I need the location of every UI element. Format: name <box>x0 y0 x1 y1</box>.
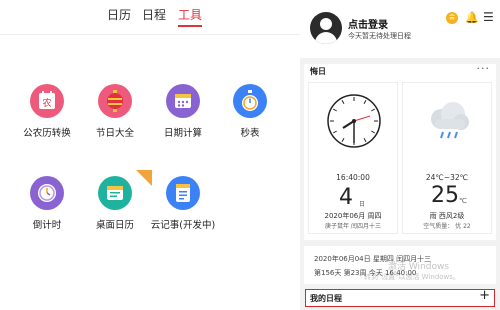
analog-clock <box>327 94 381 148</box>
temp-range: 24℃~32℃ <box>425 173 469 182</box>
avatar[interactable] <box>310 12 342 44</box>
avatar-body <box>315 32 337 44</box>
tool-label: 公农历转换 <box>23 128 71 139</box>
weather-desc: 雨 西风2级 <box>429 212 465 220</box>
desktop-calendar-icon <box>98 176 132 210</box>
date-calc-icon <box>166 84 200 118</box>
current-temp: 25 <box>431 183 459 208</box>
weather-card: 24℃~32℃ 25 ℃ 雨 西风2级 空气质量： 优 22 <box>402 82 492 234</box>
day-unit: 日 <box>359 201 366 208</box>
tool-label: 倒计时 <box>32 220 62 231</box>
tool-festivals[interactable]: 节日大全 <box>80 84 150 139</box>
tab-tools[interactable]: 工具 <box>178 6 203 27</box>
my-schedule-bar[interactable]: 我的日程 + <box>305 288 495 307</box>
date-info: 2020年06月04日 星期四 闰四月十三 第156天 第23周 今天 16:4… <box>304 246 496 284</box>
more-icon[interactable]: ··· <box>477 62 491 75</box>
tool-countdown[interactable]: 倒计时 <box>12 176 82 231</box>
tool-date-calc[interactable]: 日期计算 <box>148 84 218 139</box>
rain-cloud-icon <box>431 102 469 139</box>
login-link[interactable]: 点击登录 <box>348 16 388 31</box>
activation-watermark-sub: 转到"设置"以激活 Windows。 <box>364 273 460 281</box>
bell-icon[interactable]: 🔔 <box>465 11 479 24</box>
right-sidebar: 点击登录 今天暂无待处理日程 会 🔔 ☰ 悔日 ··· 16:40:00 4 日… <box>300 0 500 310</box>
avatar-head <box>320 18 332 30</box>
air-quality: 空气质量： 优 22 <box>423 223 471 230</box>
temp-unit: ℃ <box>459 197 467 205</box>
tool-label: 秒表 <box>240 128 260 139</box>
user-header: 点击登录 今天暂无待处理日程 会 🔔 ☰ <box>300 0 500 58</box>
nav-divider <box>0 34 300 35</box>
add-schedule-button[interactable]: + <box>479 288 490 303</box>
tools-pane: 日历 日程 工具 农 公农历转换 节日大全 日期计算 秒表 倒计时 桌面日历 云… <box>0 0 300 310</box>
lantern-icon <box>98 84 132 118</box>
clock-card: 16:40:00 4 日 2020年06月 周四 庚子鼠年 闰四月十三 <box>308 82 398 234</box>
tab-schedule[interactable]: 日程 <box>142 6 166 23</box>
vip-badge-icon[interactable]: 会 <box>446 12 458 24</box>
tool-label: 云记事(开发中) <box>150 220 216 231</box>
today-panel: 悔日 ··· 16:40:00 4 日 2020年06月 周四 庚子鼠年 闰四月… <box>304 62 496 240</box>
tool-lunar-convert[interactable]: 农 公农历转换 <box>12 84 82 139</box>
tool-desktop-calendar[interactable]: 桌面日历 <box>80 170 152 231</box>
tool-label: 日期计算 <box>163 128 202 139</box>
countdown-clock-icon <box>30 176 64 210</box>
tool-stopwatch[interactable]: 秒表 <box>215 84 285 139</box>
tab-calendar[interactable]: 日历 <box>107 6 131 23</box>
menu-icon[interactable]: ☰ <box>483 10 494 24</box>
tool-cloud-notes[interactable]: 云记事(开发中) <box>148 176 218 231</box>
schedule-title: 我的日程 <box>310 294 342 303</box>
calendar-convert-icon: 农 <box>30 84 64 118</box>
current-time: 16:40:00 <box>336 173 370 182</box>
day-number: 4 <box>339 185 353 210</box>
stopwatch-icon <box>233 84 267 118</box>
tool-label: 桌面日历 <box>95 220 134 231</box>
login-subtitle: 今天暂无待处理日程 <box>348 32 411 40</box>
lunar-date: 庚子鼠年 闰四月十三 <box>325 223 381 230</box>
tool-label: 节日大全 <box>95 128 134 139</box>
top-tabs: 日历 日程 工具 <box>0 0 300 32</box>
cloud-notes-icon <box>166 176 200 210</box>
calendar-convert-glyph: 农 <box>42 97 51 109</box>
activation-watermark: 激活 Windows <box>388 262 450 272</box>
panel-title: 悔日 <box>310 67 326 76</box>
current-date: 2020年06月 周四 <box>324 212 382 220</box>
